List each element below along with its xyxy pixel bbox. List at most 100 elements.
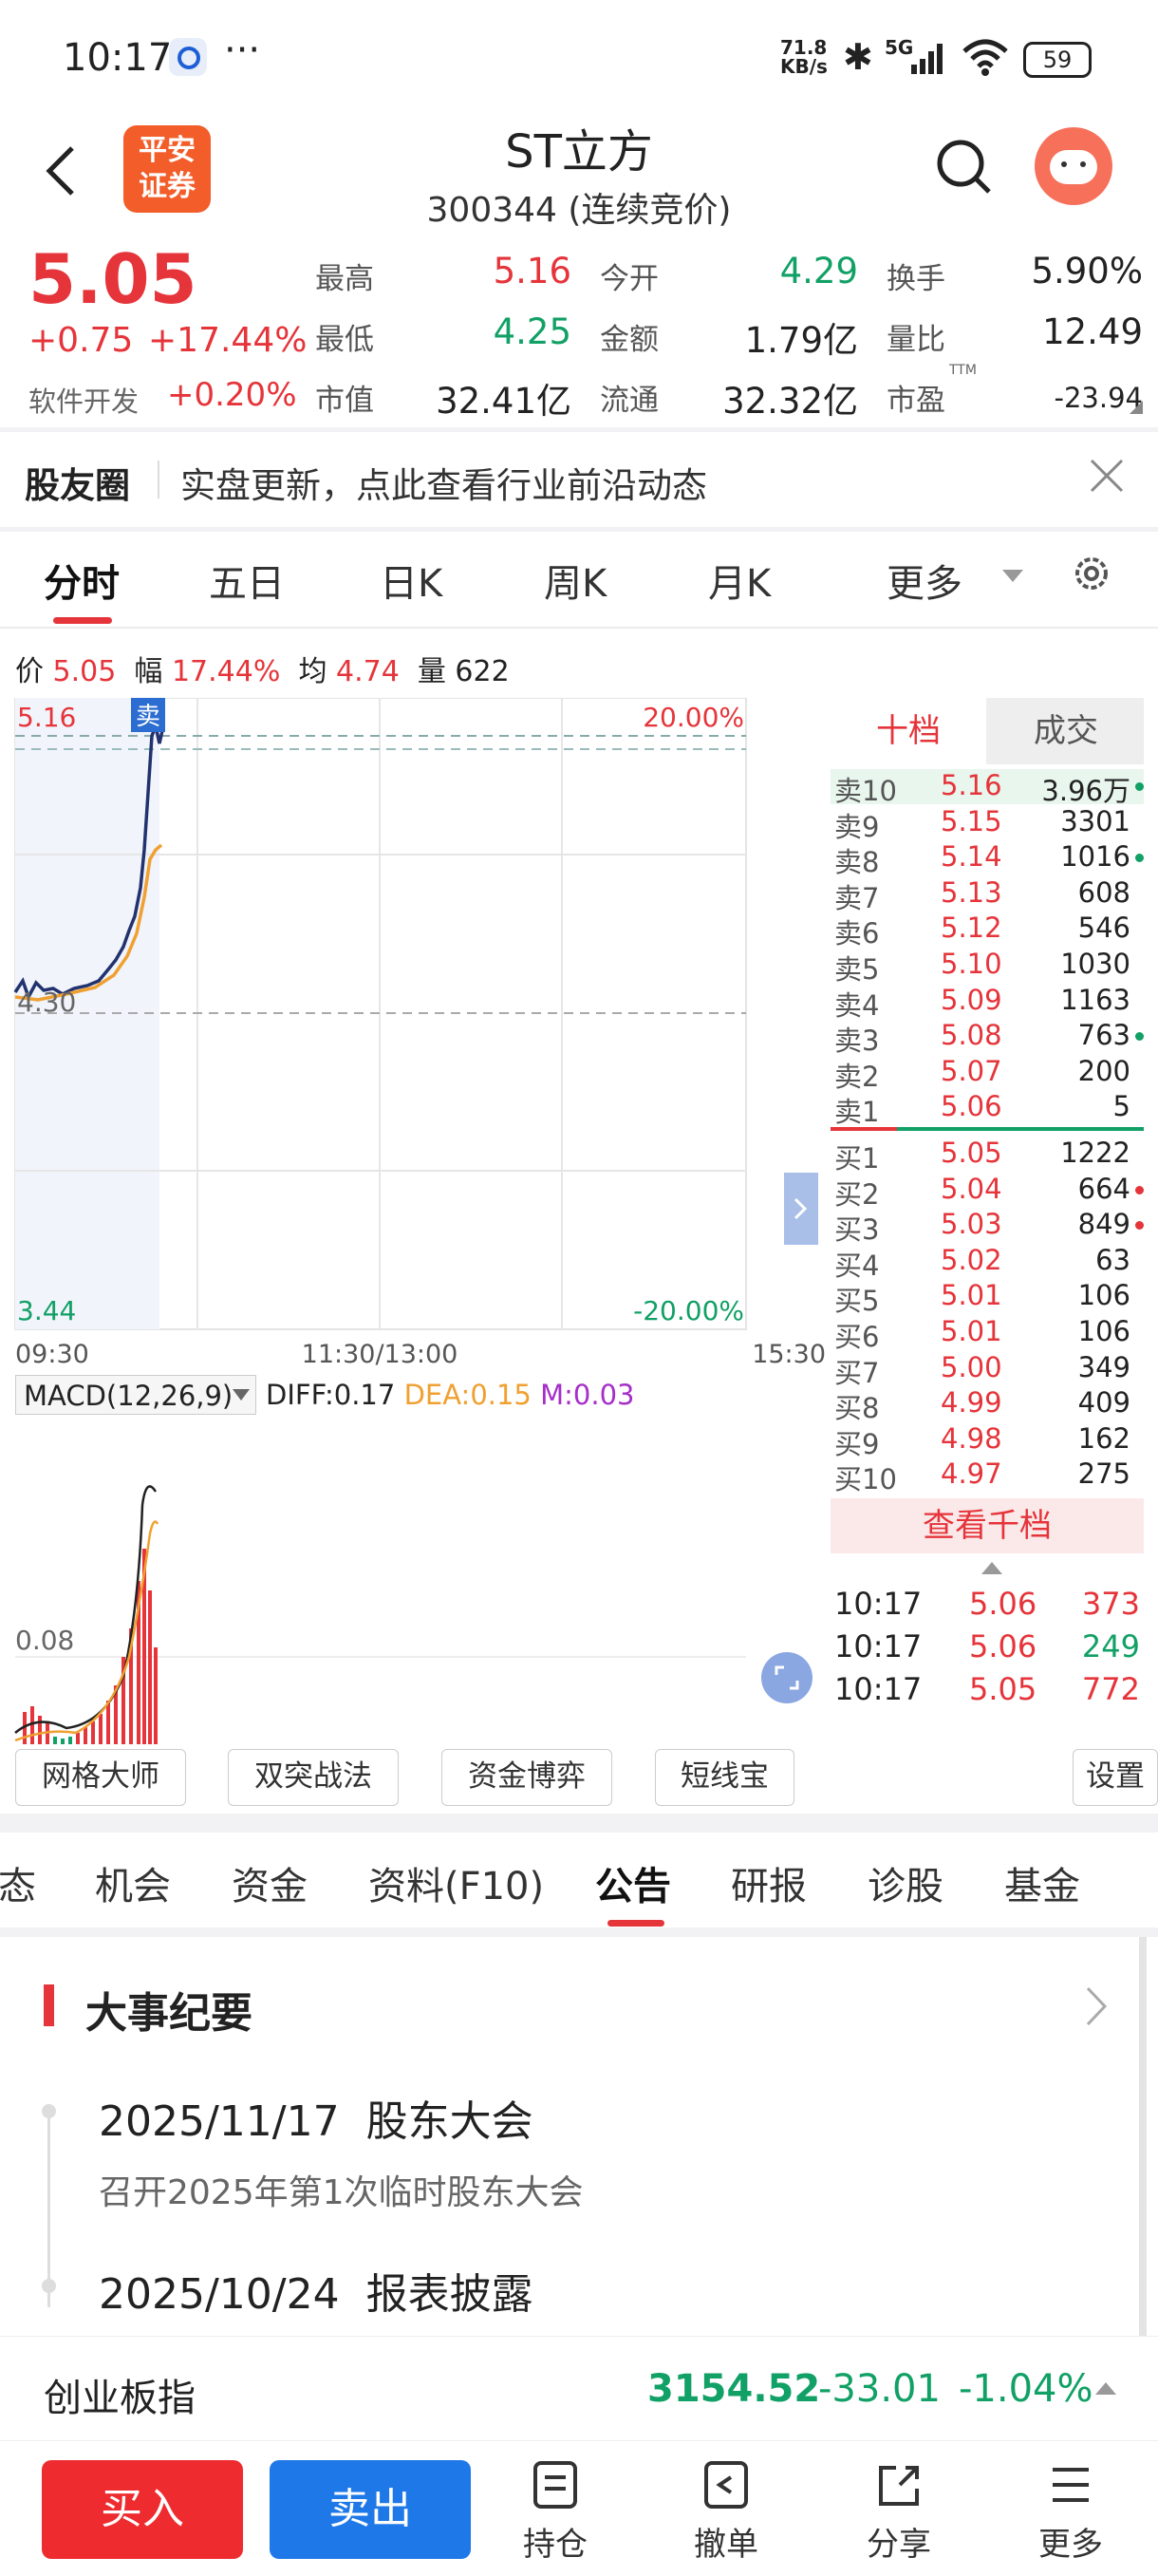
- orderbook-row[interactable]: 卖7 5.13 608: [831, 876, 1144, 914]
- orderbook-tabs: 十档 成交: [831, 698, 1144, 764]
- orderbook-row[interactable]: 买1 5.05 1222: [831, 1137, 1144, 1175]
- share-button[interactable]: 分享: [851, 2460, 946, 2565]
- tab-dynamics[interactable]: 态: [0, 1855, 36, 1910]
- orderbook-row[interactable]: 买5 5.01 106: [831, 1279, 1144, 1317]
- orderbook-row[interactable]: 卖1 5.06 5: [831, 1090, 1144, 1128]
- event-item[interactable]: 2025/10/24 报表披露: [99, 2260, 533, 2321]
- chevron-up-icon[interactable]: [981, 1562, 1002, 1574]
- expand-corner-icon[interactable]: [1130, 401, 1143, 414]
- level-price: 5.01: [941, 1315, 1002, 1347]
- orderbook-row[interactable]: 买6 5.01 106: [831, 1315, 1144, 1353]
- fullscreen-icon[interactable]: [761, 1652, 812, 1703]
- tab-week-k[interactable]: 周K: [544, 553, 607, 608]
- orderbook-row[interactable]: 卖6 5.12 546: [831, 912, 1144, 950]
- view-more-depth-button[interactable]: 查看千档: [831, 1498, 1144, 1553]
- orderbook-row[interactable]: 卖5 5.10 1030: [831, 948, 1144, 986]
- level-label: 卖3: [834, 1025, 880, 1058]
- level-label: 买7: [834, 1356, 880, 1389]
- tab-funds[interactable]: 资金: [232, 1855, 308, 1910]
- level-price: 5.06: [941, 1090, 1002, 1123]
- orderbook-row[interactable]: 卖8 5.14 1016: [831, 840, 1144, 878]
- tab-trades[interactable]: 成交: [988, 698, 1144, 764]
- tab-f10[interactable]: 资料(F10): [368, 1855, 544, 1910]
- buy-button[interactable]: 买入: [42, 2460, 243, 2559]
- orderbook-row[interactable]: 买2 5.04 664: [831, 1172, 1144, 1211]
- tab-orderbook[interactable]: 十档: [831, 698, 986, 764]
- level-label: 买8: [834, 1392, 880, 1425]
- index-change: -33.01: [818, 2367, 941, 2411]
- tab-opportunity[interactable]: 机会: [95, 1855, 171, 1910]
- settings-button[interactable]: 设置: [1073, 1749, 1158, 1806]
- tab-day-k[interactable]: 日K: [380, 553, 442, 608]
- orderbook-row[interactable]: 买7 5.00 349: [831, 1350, 1144, 1389]
- positions-button[interactable]: 持仓: [508, 2460, 603, 2565]
- timeline-dot: [42, 2104, 56, 2118]
- tab-funds-holding[interactable]: 基金: [1004, 1855, 1080, 1910]
- level-price: 5.03: [941, 1208, 1002, 1241]
- tab-research[interactable]: 研报: [731, 1855, 807, 1910]
- macd-values: DIFF:0.17 DEA:0.15 M:0.03: [266, 1379, 635, 1411]
- tab-active-indicator: [607, 1920, 664, 1927]
- scrollbar[interactable]: [1139, 1937, 1147, 2336]
- tab-intraday[interactable]: 分时: [44, 553, 120, 608]
- pct-bottom-label: -20.00%: [633, 1295, 744, 1326]
- stat-label: 市盈: [887, 384, 945, 418]
- level-label: 买5: [834, 1285, 880, 1318]
- search-icon[interactable]: [934, 137, 995, 201]
- event-item[interactable]: 2025/11/17 股东大会: [99, 2087, 533, 2148]
- y-axis-mid-label: 4.30: [17, 987, 76, 1018]
- orderbook-row[interactable]: 卖4 5.09 1163: [831, 984, 1144, 1022]
- chevron-right-icon[interactable]: [1082, 1983, 1111, 2034]
- orderbook-row[interactable]: 买3 5.03 849: [831, 1208, 1144, 1246]
- index-ticker[interactable]: 创业板指 3154.52 -33.01 -1.04%: [0, 2336, 1158, 2441]
- tool-fund-game[interactable]: 资金博弈: [441, 1749, 612, 1806]
- stat-value: 4.25: [493, 311, 571, 352]
- more-button[interactable]: 更多: [1023, 2460, 1118, 2565]
- close-icon[interactable]: [1088, 457, 1126, 498]
- tab-more[interactable]: 更多: [887, 553, 962, 608]
- tab-month-k[interactable]: 月K: [708, 553, 771, 608]
- more-notifications-icon: ···: [224, 28, 261, 72]
- sell-button[interactable]: 卖出: [270, 2460, 471, 2559]
- y-axis-top-label: 5.16: [17, 702, 76, 733]
- tab-announcements[interactable]: 公告: [595, 1855, 671, 1910]
- chevron-up-icon[interactable]: [1095, 2382, 1116, 2395]
- orderbook-row[interactable]: 买10 4.97 275: [831, 1457, 1144, 1495]
- avatar[interactable]: [1035, 127, 1112, 205]
- level-volume: 664: [1077, 1172, 1130, 1205]
- tab-diagnosis[interactable]: 诊股: [868, 1855, 943, 1910]
- chevron-down-icon[interactable]: [1002, 570, 1023, 582]
- cancel-order-button[interactable]: 撤单: [679, 2460, 774, 2565]
- community-text: 实盘更新，点此查看行业前沿动态: [180, 465, 707, 506]
- flow-dot: [1135, 1032, 1144, 1042]
- back-arrow-icon[interactable]: [42, 142, 80, 203]
- tool-short-term[interactable]: 短线宝: [655, 1749, 794, 1806]
- orderbook-row[interactable]: 买4 5.02 63: [831, 1244, 1144, 1282]
- orderbook-row[interactable]: 卖2 5.07 200: [831, 1055, 1144, 1093]
- gear-icon[interactable]: [1069, 551, 1114, 600]
- community-label: 股友圈: [25, 465, 130, 506]
- tab-five-day[interactable]: 五日: [209, 553, 285, 608]
- orderbook-row[interactable]: 买9 4.98 162: [831, 1421, 1144, 1460]
- tool-grid-master[interactable]: 网格大师: [15, 1749, 186, 1806]
- time-end-label: 15:30: [752, 1340, 826, 1369]
- intraday-chart[interactable]: 卖 5.16 4.30 3.44 20.00% -20.00% 09:30 11…: [0, 698, 826, 1828]
- level-price: 5.00: [941, 1350, 1002, 1383]
- event-description: 召开2025年第1次临时股东大会: [99, 2173, 584, 2212]
- share-label: 分享: [867, 2526, 931, 2564]
- orderbook-row[interactable]: 卖3 5.08 763: [831, 1019, 1144, 1057]
- orderbook-row[interactable]: 卖10 5.16 3.96万: [831, 769, 1144, 807]
- expand-panel-arrow[interactable]: [784, 1173, 818, 1245]
- macd-selector[interactable]: MACD(12,26,9): [15, 1375, 256, 1415]
- community-banner[interactable]: 股友圈 实盘更新，点此查看行业前沿动态: [0, 432, 1158, 527]
- sector-name[interactable]: 软件开发: [28, 380, 139, 420]
- orderbook-row[interactable]: 买8 4.99 409: [831, 1386, 1144, 1424]
- tool-double-breakout[interactable]: 双突战法: [228, 1749, 399, 1806]
- level-label: 卖5: [834, 953, 880, 986]
- level-volume: 162: [1077, 1421, 1130, 1455]
- index-change-pct: -1.04%: [959, 2367, 1093, 2411]
- stat-label: 换手: [887, 262, 945, 296]
- info-tabs: 态 机会 资金 资料(F10) 公告 研报 诊股 基金: [0, 1833, 1158, 1927]
- level-volume: 5: [1112, 1090, 1130, 1123]
- orderbook-row[interactable]: 卖9 5.15 3301: [831, 805, 1144, 843]
